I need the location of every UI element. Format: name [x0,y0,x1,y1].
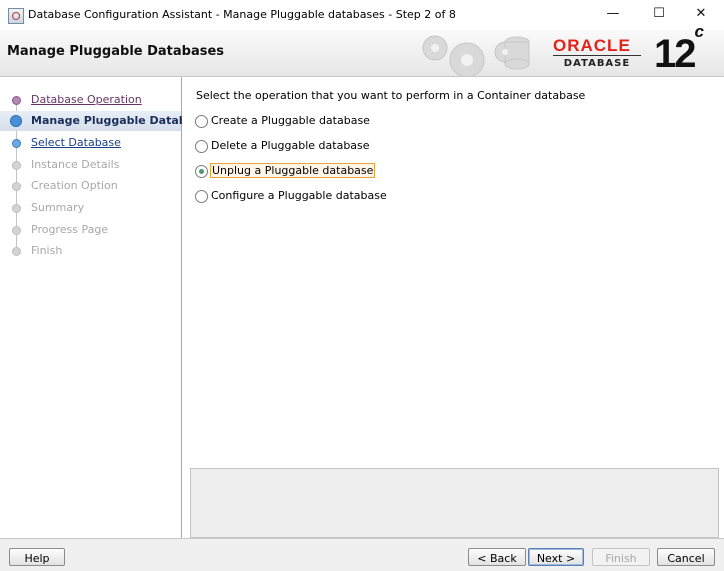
step-summary: Summary [0,198,181,218]
step-label: Creation Option [31,179,118,192]
step-label: Instance Details [31,158,120,171]
title-bar: Database Configuration Assistant - Manag… [0,0,724,31]
database-wordmark: DATABASE [553,55,641,69]
oracle-logo: ORACLE DATABASE [553,36,645,69]
step-indicator-icon [12,247,21,256]
step-indicator-icon [12,139,21,148]
current-step-icon [10,115,22,127]
option-label[interactable]: Create a Pluggable database [210,113,371,128]
step-indicator-icon [12,204,21,213]
page-header: Manage Pluggable Databases ORACLE DATABA… [0,22,724,77]
message-area [190,468,719,538]
step-label: Summary [31,201,85,214]
next-button[interactable]: Next > [528,548,584,566]
step-progress-page: Progress Page [0,220,181,240]
finish-button: Finish [592,548,650,566]
version-badge: 12c [654,22,704,77]
oracle-wordmark: ORACLE [553,36,631,55]
radio-button[interactable] [195,140,208,153]
back-button[interactable]: < Back [468,548,526,566]
button-bar: Help < Back Next > Finish Cancel [0,538,724,571]
step-database-operation[interactable]: Database Operation [0,90,181,110]
gears-graphic [422,35,530,76]
operation-prompt: Select the operation that you want to pe… [196,89,586,102]
step-manage-pluggable-databases: Manage Pluggable Databases [0,111,215,131]
content-panel: Select the operation that you want to pe… [182,77,724,538]
version-number: 12 [654,32,696,76]
step-indicator-icon [12,226,21,235]
option-label[interactable]: Unplug a Pluggable database [210,163,376,178]
step-select-database[interactable]: Select Database [0,133,181,153]
option-label[interactable]: Configure a Pluggable database [210,188,388,203]
steps-sidebar: Database Operation Manage Pluggable Data… [0,77,215,538]
radio-button[interactable] [195,190,208,203]
option-label[interactable]: Delete a Pluggable database [210,138,371,153]
app-icon [8,8,24,24]
radio-button-selected[interactable] [195,165,208,178]
step-label: Database Operation [31,93,142,106]
maximize-button[interactable]: ☐ [636,0,682,30]
radio-button[interactable] [195,115,208,128]
page-title: Manage Pluggable Databases [7,44,225,59]
step-finish: Finish [0,241,181,261]
step-label: Select Database [31,136,121,149]
window-title: Database Configuration Assistant - Manag… [28,8,456,21]
step-label: Finish [31,244,63,257]
minimize-button[interactable]: — [590,0,636,30]
step-creation-option: Creation Option [0,176,181,196]
step-label: Progress Page [31,223,109,236]
step-instance-details: Instance Details [0,155,181,175]
step-indicator-icon [12,96,21,105]
help-button[interactable]: Help [9,548,65,566]
version-suffix: c [694,21,704,41]
cancel-button[interactable]: Cancel [657,548,715,566]
step-indicator-icon [12,182,21,191]
step-indicator-icon [12,161,21,170]
